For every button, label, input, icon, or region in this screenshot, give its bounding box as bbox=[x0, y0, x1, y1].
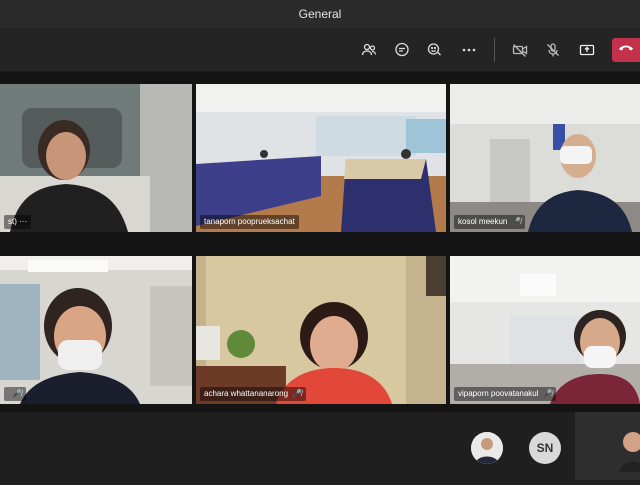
video-grid: st) ··· tanaporn pooprueksachat kosol me… bbox=[0, 72, 640, 412]
share-icon[interactable] bbox=[576, 39, 598, 61]
participant-avatar[interactable] bbox=[471, 432, 503, 464]
leave-button[interactable] bbox=[612, 38, 640, 62]
participant-name: vipaporn poovatanakul 🎤̸ bbox=[454, 387, 557, 401]
mic-muted-icon: 🎤̸ bbox=[511, 217, 522, 226]
video-feed bbox=[196, 84, 446, 232]
video-feed bbox=[0, 84, 192, 232]
participant-avatar-initials[interactable]: SN bbox=[529, 432, 561, 464]
video-tile[interactable]: achara whattananarong 🎤̸ bbox=[196, 256, 446, 404]
participant-name: 🎤̸ bbox=[4, 387, 26, 401]
participant-name: achara whattananarong 🎤̸ bbox=[200, 387, 307, 401]
video-tile[interactable]: 🎤̸ bbox=[0, 256, 192, 404]
video-tile[interactable]: kosol meekun 🎤̸ bbox=[450, 84, 640, 232]
more-icon[interactable] bbox=[458, 39, 480, 61]
mic-muted-icon: 🎤̸ bbox=[292, 389, 303, 398]
video-feed bbox=[0, 256, 192, 404]
toolbar-divider bbox=[494, 38, 495, 62]
mic-muted-icon: 🎤̸ bbox=[12, 389, 22, 398]
self-video bbox=[575, 412, 640, 480]
hangup-icon bbox=[618, 41, 634, 60]
camera-off-icon[interactable] bbox=[509, 39, 531, 61]
participant-tray: SN bbox=[0, 412, 640, 480]
participants-icon[interactable] bbox=[358, 39, 380, 61]
video-feed bbox=[196, 256, 446, 404]
meeting-toolbar bbox=[0, 28, 640, 72]
video-feed bbox=[450, 256, 640, 404]
mic-muted-icon: 🎤̸ bbox=[542, 389, 553, 398]
video-tile[interactable]: vipaporn poovatanakul 🎤̸ bbox=[450, 256, 640, 404]
reactions-icon[interactable] bbox=[424, 39, 446, 61]
video-tile[interactable]: st) ··· bbox=[0, 84, 192, 232]
chat-icon[interactable] bbox=[391, 39, 413, 61]
self-preview[interactable] bbox=[575, 412, 640, 480]
participant-name: kosol meekun 🎤̸ bbox=[454, 215, 526, 229]
video-tile[interactable]: tanaporn pooprueksachat bbox=[196, 84, 446, 232]
window-title: General bbox=[298, 7, 342, 21]
participant-name: tanaporn pooprueksachat bbox=[200, 215, 299, 229]
participant-name: st) ··· bbox=[4, 215, 32, 229]
title-bar: General bbox=[0, 0, 640, 28]
video-feed bbox=[450, 84, 640, 232]
mic-off-icon[interactable] bbox=[542, 39, 564, 61]
avatar-photo bbox=[471, 432, 503, 464]
